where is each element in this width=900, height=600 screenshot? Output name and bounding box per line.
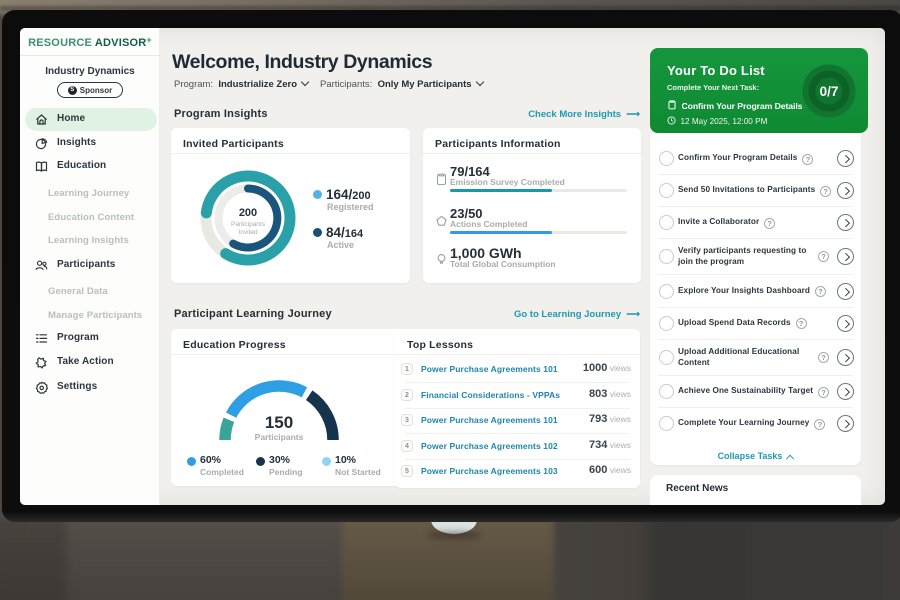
svg-text:Participants: Participants: [231, 221, 266, 228]
svg-text:200: 200: [239, 207, 257, 219]
svg-text:0/7: 0/7: [820, 84, 839, 99]
svg-text:Invited: Invited: [238, 229, 258, 236]
